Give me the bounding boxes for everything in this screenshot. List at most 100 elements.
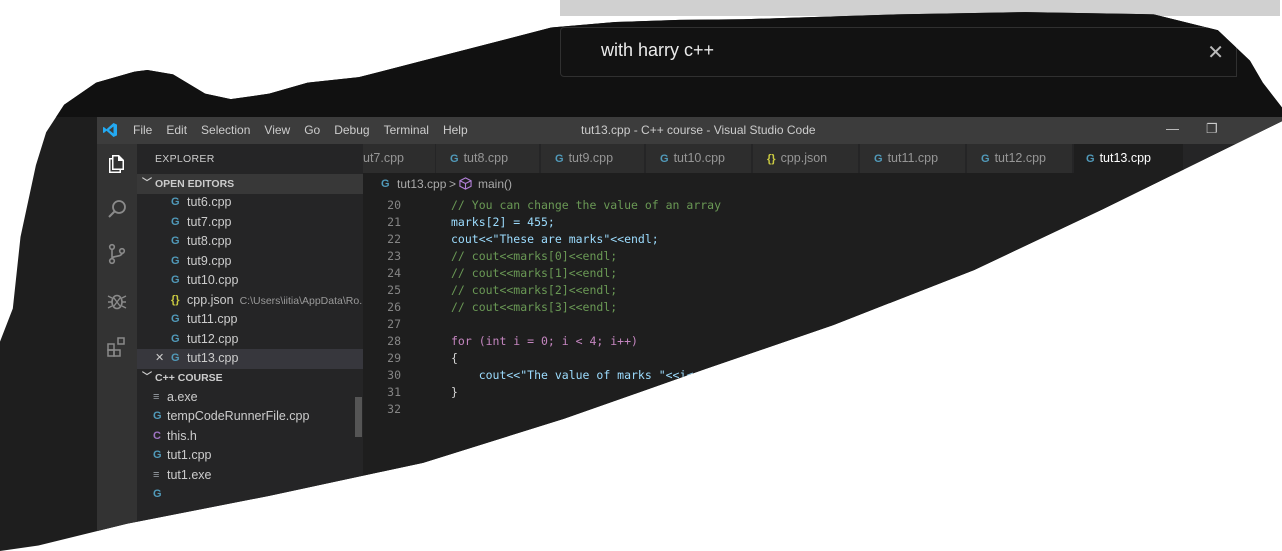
tab-tut10[interactable]: Gtut10.cpp: [646, 144, 752, 173]
open-editor-item[interactable]: G tut8.cpp: [137, 232, 363, 252]
line-number: 30: [387, 368, 401, 382]
open-editors-header[interactable]: ﹀ OPEN EDITORS: [137, 174, 363, 194]
line-number: 31: [387, 385, 401, 399]
menu-file[interactable]: File: [133, 123, 152, 137]
sidebar-title: EXPLORER: [155, 153, 215, 165]
menu-debug[interactable]: Debug: [334, 123, 369, 137]
menu-terminal[interactable]: Terminal: [384, 123, 429, 137]
method-cube-icon: [459, 177, 472, 190]
line-number: 20: [387, 198, 401, 212]
open-editor-item-active[interactable]: ✕ G tut13.cpp: [137, 349, 363, 369]
project-folder-header[interactable]: ﹀ C++ COURSE: [137, 368, 363, 388]
line-number: 26: [387, 300, 401, 314]
torn-screenshot: with harry c++ ✕ File Edit Selection Vie…: [0, 12, 1282, 551]
explorer-sidebar: EXPLORER ﹀ OPEN EDITORS G tut6.cpp G tut…: [137, 144, 368, 551]
cpp-file-icon: G: [874, 153, 883, 165]
code-line[interactable]: {: [451, 351, 458, 365]
file-tree-item[interactable]: G: [137, 485, 363, 505]
window-title: tut13.cpp - C++ course - Visual Studio C…: [581, 123, 816, 137]
code-line[interactable]: // cout<<marks[0]<<endl;: [451, 249, 617, 263]
line-number: 24: [387, 266, 401, 280]
source-control-icon[interactable]: [105, 242, 129, 266]
line-number: 25: [387, 283, 401, 297]
file-name: cpp.json: [187, 292, 234, 307]
close-icon[interactable]: ✕: [1207, 40, 1224, 65]
breadcrumb: G tut13.cpp > main(): [363, 173, 1282, 195]
json-file-icon: {}: [171, 293, 180, 306]
cpp-file-icon: G: [171, 352, 180, 364]
cpp-file-icon: G: [171, 274, 180, 286]
search-icon[interactable]: [105, 197, 129, 221]
code-line[interactable]: // You can change the value of an array: [451, 198, 721, 212]
breadcrumb-file[interactable]: tut13.cpp: [397, 173, 446, 195]
search-input[interactable]: with harry c++ ✕: [560, 27, 1237, 77]
cpp-file-icon: G: [153, 488, 162, 500]
cpp-file-icon: G: [153, 449, 162, 461]
open-editor-item[interactable]: {} cpp.json C:\Users\iitia\AppData\Ro...: [137, 291, 368, 311]
menu-view[interactable]: View: [264, 123, 290, 137]
cpp-file-icon: G: [171, 215, 180, 228]
tab-tut12[interactable]: Gtut12.cpp: [967, 144, 1073, 173]
cpp-file-icon: G: [171, 313, 180, 325]
open-editor-item[interactable]: G tut9.cpp: [137, 252, 363, 272]
minimize-button[interactable]: —: [1166, 121, 1179, 136]
search-query: with harry c++: [601, 40, 715, 60]
code-line[interactable]: cout<<"The value of marks "<<i<<" is "<<…: [451, 368, 860, 382]
close-icon[interactable]: ✕: [155, 349, 164, 369]
restore-button[interactable]: ❐: [1206, 121, 1218, 137]
debug-icon[interactable]: [105, 289, 129, 313]
line-number: 28: [387, 334, 401, 348]
header-file-icon: C: [153, 429, 161, 442]
code-line[interactable]: cout<<"These are marks"<<endl;: [451, 232, 659, 246]
open-editor-item[interactable]: G tut10.cpp: [137, 271, 363, 291]
file-tree-item[interactable]: ≡ tut1.exe: [137, 466, 363, 486]
tab-cpp-json[interactable]: {} cpp.json: [753, 144, 859, 173]
menu-help[interactable]: Help: [443, 123, 468, 137]
tab-tut9[interactable]: Gtut9.cpp: [541, 144, 645, 173]
code-line[interactable]: // cout<<marks[3]<<endl;: [451, 300, 617, 314]
file-tree-item[interactable]: ≡ a.exe: [137, 388, 363, 408]
line-number: 27: [387, 317, 401, 331]
title-bar: File Edit Selection View Go Debug Termin…: [97, 117, 1282, 144]
open-editor-item[interactable]: G tut6.cpp: [137, 193, 363, 213]
code-line[interactable]: for (int i = 0; i < 4; i++): [451, 334, 638, 348]
line-number: 23: [387, 249, 401, 263]
tab-tut11[interactable]: Gtut11.cpp: [860, 144, 966, 173]
tab-tut13[interactable]: Gtut13.cpp: [1074, 144, 1184, 173]
menu-bar: File Edit Selection View Go Debug Termin…: [133, 123, 482, 137]
code-line[interactable]: }: [451, 385, 458, 399]
cpp-file-icon: G: [660, 153, 669, 165]
tab-tut8[interactable]: Gtut8.cpp: [436, 144, 540, 173]
menu-go[interactable]: Go: [304, 123, 320, 137]
cpp-file-icon: G: [171, 235, 180, 247]
open-editor-item[interactable]: G tut7.cpp: [137, 213, 363, 233]
line-number: 32: [387, 402, 401, 416]
code-line[interactable]: marks[2] = 455;: [451, 215, 555, 229]
open-editor-item[interactable]: G tut11.cpp: [137, 310, 363, 330]
code-editor[interactable]: 20 // You can change the value of an arr…: [363, 195, 1282, 551]
file-tree-item[interactable]: G tut1.cpp: [137, 446, 363, 466]
exe-file-icon: ≡: [153, 468, 160, 481]
vscode-logo-icon: [103, 123, 117, 137]
code-line[interactable]: // cout<<marks[2]<<endl;: [451, 283, 617, 297]
breadcrumb-symbol[interactable]: main(): [478, 173, 512, 195]
file-tree-item[interactable]: C this.h: [137, 427, 363, 447]
json-file-icon: {}: [767, 153, 776, 165]
explorer-files-icon[interactable]: [105, 152, 129, 176]
extensions-icon[interactable]: [105, 335, 129, 359]
line-number: 21: [387, 215, 401, 229]
open-editor-item[interactable]: G tut12.cpp: [137, 330, 363, 350]
breadcrumb-separator: >: [449, 177, 457, 191]
cpp-file-icon: G: [171, 254, 180, 267]
chevron-down-icon: ﹀: [142, 178, 152, 189]
file-tree-item[interactable]: G tempCodeRunnerFile.cpp: [137, 407, 363, 427]
sidebar-scrollbar[interactable]: [355, 397, 362, 437]
cpp-file-icon: G: [171, 196, 180, 208]
activity-bar: [97, 144, 137, 551]
cpp-file-icon: G: [555, 153, 564, 165]
background-strip: [560, 0, 1280, 16]
menu-selection[interactable]: Selection: [201, 123, 250, 137]
code-line[interactable]: // cout<<marks[1]<<endl;: [451, 266, 617, 280]
tab-tut7[interactable]: ut7.cpp: [363, 144, 436, 173]
menu-edit[interactable]: Edit: [166, 123, 187, 137]
